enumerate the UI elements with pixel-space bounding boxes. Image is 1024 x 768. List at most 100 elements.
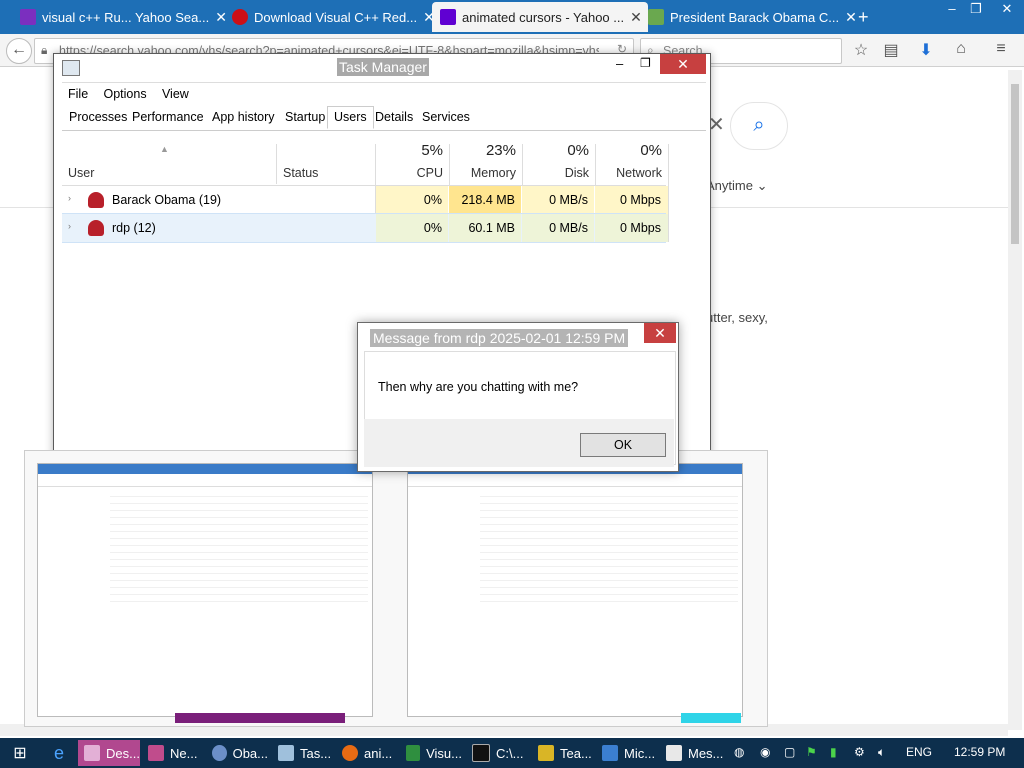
taskbar-item-3[interactable]: Oba... (206, 740, 268, 766)
tab-label: visual c++ Ru... Yahoo Sea... (42, 9, 210, 25)
tab-label: Download Visual C++ Red... (254, 9, 418, 25)
taskbar-item-7[interactable]: C:\... (466, 740, 528, 766)
column-network[interactable]: Network (598, 166, 662, 180)
chevron-right-icon[interactable]: › (68, 221, 71, 231)
taskbar-label: Visu... (426, 745, 462, 761)
table-row[interactable]: › rdp (12) 0% 60.1 MB 0 MB/s 0 Mbps (62, 213, 668, 243)
yahoo-icon (440, 9, 456, 25)
gear-tray-icon[interactable]: ⚙ (854, 745, 865, 759)
column-status[interactable]: Status (283, 166, 318, 180)
taskbar-item-5[interactable]: ani... (336, 740, 398, 766)
browser-tab-4[interactable]: President Barack Obama C... ✕ (640, 2, 856, 32)
disk-value: 0 MB/s (549, 193, 588, 207)
tab-startup[interactable]: Startup (285, 110, 325, 124)
chevron-right-icon[interactable]: › (68, 193, 71, 203)
chat-tray-icon[interactable]: ▮ (830, 745, 837, 759)
user-name: rdp (12) (112, 221, 156, 235)
cmd-icon (472, 744, 490, 762)
menu-file[interactable]: File (62, 83, 94, 101)
firefox-icon (342, 745, 358, 761)
new-tab-button[interactable]: + (850, 2, 886, 32)
lock-icon: 🔒︎ (41, 43, 48, 57)
restore-icon[interactable]: ❐ (640, 56, 651, 70)
obama-icon (212, 745, 227, 761)
minimize-icon[interactable]: – (616, 56, 623, 71)
column-user[interactable]: User (68, 166, 94, 180)
language-indicator[interactable]: ENG (906, 745, 932, 759)
menu-options[interactable]: Options (98, 83, 153, 101)
restore-icon[interactable]: ❐ (962, 0, 990, 20)
tab-services[interactable]: Services (422, 110, 470, 124)
column-disk[interactable]: Disk (525, 166, 589, 180)
task-manager-titlebar[interactable]: Task Manager – ❐ ✕ (54, 54, 710, 82)
volume-icon[interactable]: 🔈︎ (878, 745, 885, 760)
tab-app-history[interactable]: App history (212, 110, 275, 124)
taskbar-label: Oba... (232, 745, 268, 761)
column-memory[interactable]: Memory (452, 166, 516, 180)
close-button[interactable]: ✕ (660, 54, 706, 74)
network-tray-icon[interactable]: ◍ (734, 745, 744, 759)
taskbar-label: Tea... (560, 745, 592, 761)
chrome-tray-icon[interactable]: ◉ (760, 745, 770, 759)
column-cpu[interactable]: CPU (379, 166, 443, 180)
taskbar-item-8[interactable]: Tea... (532, 740, 594, 766)
internet-explorer-icon[interactable]: e (44, 740, 74, 766)
dialog-title: Message from rdp 2025-02-01 12:59 PM (370, 329, 629, 347)
task-manager-tabs: Processes Performance App history Startu… (62, 106, 706, 131)
back-icon[interactable]: ← (6, 38, 32, 64)
action-center-icon[interactable]: ▢ (784, 745, 795, 759)
teamviewer-icon (538, 745, 554, 761)
window-close-icon[interactable]: ✕ (990, 0, 1024, 20)
reading-list-icon[interactable]: ▤ (880, 40, 902, 60)
page-scrollbar[interactable] (1008, 70, 1022, 730)
network-total: 0% (640, 142, 662, 159)
tab-details[interactable]: Details (375, 110, 413, 124)
taskbar-item-9[interactable]: Mic... (596, 740, 658, 766)
task-manager-icon (278, 745, 294, 761)
scrollbar-thumb[interactable] (1011, 84, 1019, 244)
menu-view[interactable]: View (156, 83, 195, 101)
tab-performance[interactable]: Performance (132, 110, 204, 124)
yahoo-icon (20, 9, 36, 25)
menu-icon[interactable]: ≡ (990, 40, 1012, 60)
bookmark-star-icon[interactable]: ☆ (850, 40, 872, 60)
taskbar-item-2[interactable]: Ne... (142, 740, 204, 766)
taskbar-item-4[interactable]: Tas... (272, 740, 334, 766)
browser-tab-1[interactable]: visual c++ Ru... Yahoo Sea... ✕ (12, 2, 233, 32)
user-avatar-icon (88, 220, 104, 236)
table-row[interactable]: › Barack Obama (19) 0% 218.4 MB 0 MB/s 0… (62, 185, 668, 214)
user-avatar-icon (88, 192, 104, 208)
taskbar-label: Tas... (300, 745, 332, 761)
start-button[interactable]: ⊞ (8, 740, 32, 766)
cpu-value: 0% (423, 193, 442, 207)
ok-button[interactable]: OK (580, 433, 666, 457)
taskbar-item-10[interactable]: Mes... (660, 740, 724, 766)
yahoo-search-button[interactable]: ⌕ (730, 102, 788, 150)
tab-users[interactable]: Users (327, 106, 374, 129)
taskbar-label: Des... (106, 745, 140, 761)
task-manager-icon (62, 60, 80, 76)
network-value: 0 Mbps (620, 193, 661, 207)
browser-tab-2[interactable]: Download Visual C++ Red... ✕ (224, 2, 440, 32)
home-icon[interactable]: ⌂ (950, 40, 972, 60)
result-snippet: utter, sexy, (706, 310, 768, 325)
taskbar-item-1[interactable]: Des... (78, 740, 140, 766)
taskbar-label: ani... (364, 745, 393, 761)
taskbar-label: Mes... (688, 745, 724, 761)
time-filter[interactable]: Anytime ⌄ (706, 178, 767, 194)
task-manager-title: Task Manager (337, 58, 429, 76)
clock[interactable]: 12:59 PM (954, 745, 1005, 759)
flag-tray-icon[interactable]: ⚑ (806, 745, 817, 759)
remote-desktop-preview[interactable] (24, 450, 768, 727)
disk-value: 0 MB/s (549, 221, 588, 235)
downloads-icon[interactable]: ⬇ (915, 40, 937, 60)
taskbar-label: C:\... (496, 745, 524, 761)
browser-tab-3-active[interactable]: animated cursors - Yahoo ... ✕ (432, 2, 648, 32)
remote-desktop-icon (148, 745, 164, 761)
microsoft-icon (602, 745, 618, 761)
cpu-value: 0% (423, 221, 442, 235)
taskbar-item-6[interactable]: Visu... (400, 740, 462, 766)
visual-studio-icon (406, 745, 421, 761)
dialog-close-button[interactable]: ✕ (644, 323, 676, 343)
tab-processes[interactable]: Processes (69, 110, 127, 124)
